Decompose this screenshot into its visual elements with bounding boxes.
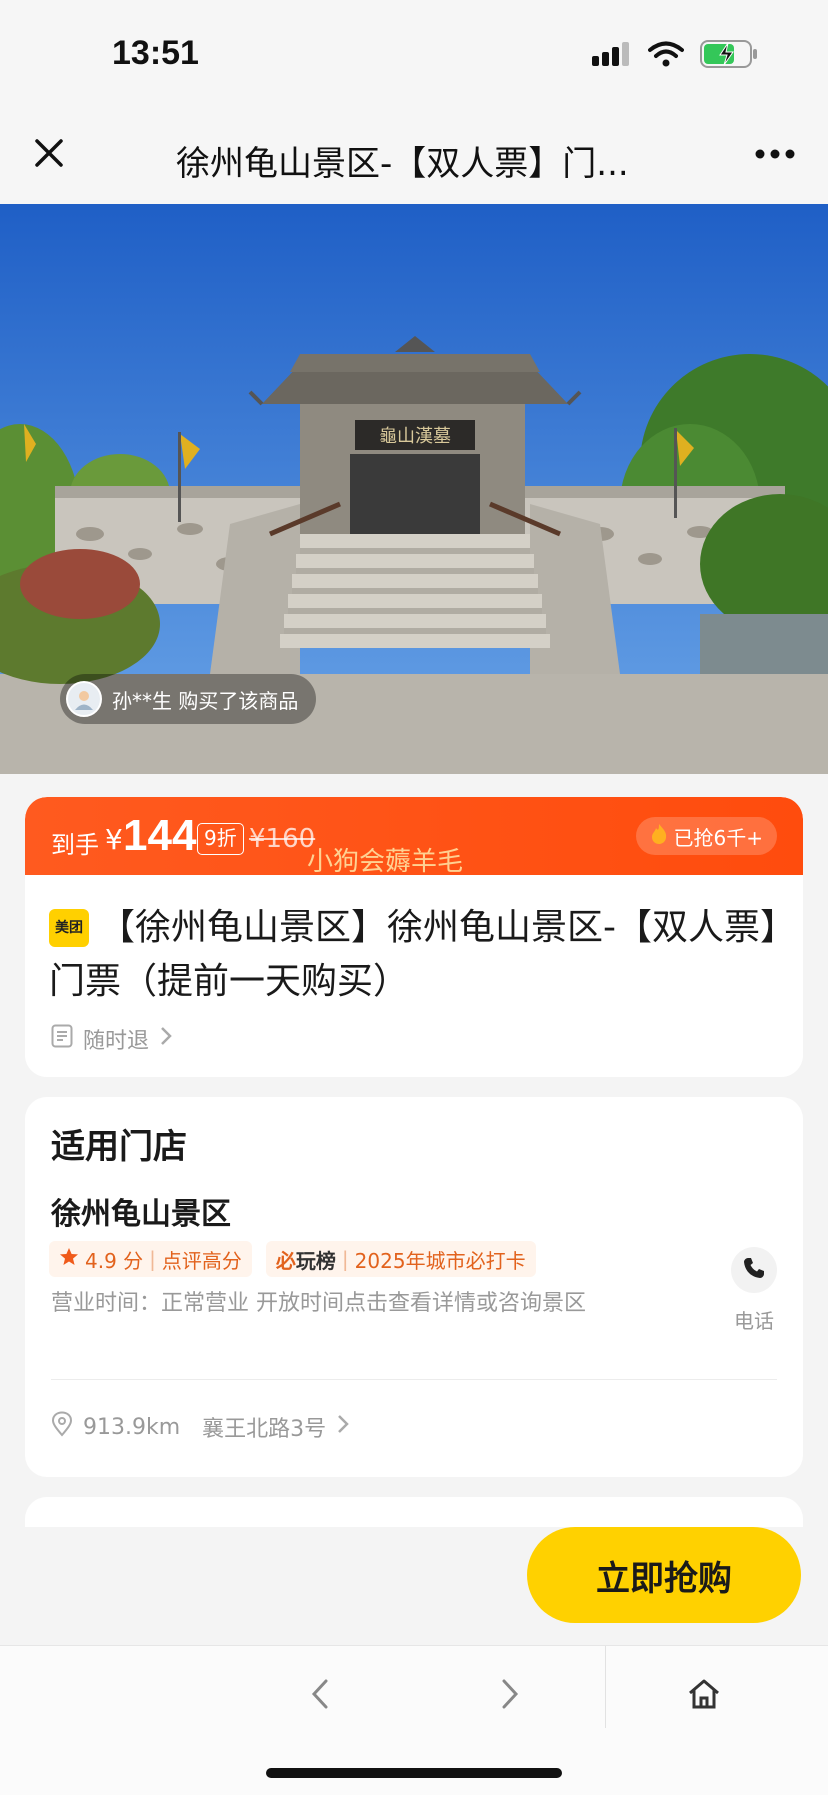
- store-section-heading: 适用门店: [51, 1127, 187, 1167]
- store-card: 适用门店 徐州龟山景区 4.9 分 | 点评高分 必玩榜 | 2025年城市必打…: [25, 1097, 803, 1477]
- title-area: 美团 【徐州龟山景区】徐州龟山景区-【双人票】门票（提前一天购买） 随时退: [25, 875, 803, 1077]
- document-icon: [51, 1024, 73, 1054]
- price-value: 144: [123, 811, 197, 860]
- price-prefix: 到手: [51, 831, 99, 859]
- divider: [51, 1379, 777, 1380]
- divider: [605, 1646, 606, 1728]
- address-text: 襄王北路3号: [202, 1417, 327, 1442]
- next-card: [25, 1497, 803, 1527]
- rank-logo-prefix: 必: [275, 1248, 296, 1273]
- status-time: 13:51: [112, 34, 199, 72]
- product-card: 到手 ¥ 144 9折 ¥160 小狗会薅羊毛 已抢6千+ 美团 【徐州龟山景区…: [25, 797, 803, 1077]
- product-title: 【徐州龟山景区】徐州龟山景区-【双人票】门票（提前一天购买）: [49, 907, 778, 1002]
- refund-policy-text: 随时退: [83, 1029, 150, 1054]
- rating-tag: 4.9 分 | 点评高分: [49, 1241, 252, 1277]
- star-icon: [59, 1247, 79, 1272]
- location-pin-icon: [51, 1411, 73, 1443]
- rank-logo: 必玩榜: [276, 1245, 336, 1274]
- price-currency: ¥: [105, 823, 123, 856]
- recent-buyer-pill: 孙**生 购买了该商品: [60, 674, 317, 724]
- tag-separator: |: [149, 1247, 156, 1271]
- back-icon[interactable]: [300, 1674, 340, 1714]
- home-indicator[interactable]: [266, 1768, 562, 1778]
- nav-bar: 徐州龟山景区-【双人票】门...: [0, 110, 828, 204]
- status-icons: [592, 40, 758, 72]
- store-tags: 4.9 分 | 点评高分 必玩榜 | 2025年城市必打卡: [49, 1241, 536, 1277]
- price-banner: 到手 ¥ 144 9折 ¥160 小狗会薅羊毛 已抢6千+: [25, 797, 803, 877]
- battery-charging-icon: [700, 40, 758, 72]
- forward-icon[interactable]: [490, 1674, 530, 1714]
- buy-now-button[interactable]: 立即抢购: [527, 1527, 801, 1623]
- rating-note: 点评高分: [161, 1248, 242, 1273]
- rank-tag[interactable]: 必玩榜 | 2025年城市必打卡: [265, 1241, 536, 1277]
- plaque-text: 龜山漢墓: [379, 426, 451, 447]
- business-hours[interactable]: 营业时间：正常营业 开放时间点击查看详情或咨询景区: [51, 1289, 641, 1319]
- page-title: 徐州龟山景区-【双人票】门...: [176, 144, 629, 184]
- browser-toolbar: [0, 1645, 828, 1795]
- recent-buyer-text: 孙**生 购买了该商品: [112, 688, 299, 713]
- more-icon[interactable]: [750, 134, 800, 174]
- discount-badge: 9折: [197, 823, 244, 855]
- phone-button[interactable]: [731, 1247, 777, 1293]
- status-bar: 13:51: [0, 0, 828, 110]
- chevron-right-icon: [336, 1413, 350, 1441]
- home-icon[interactable]: [682, 1672, 726, 1716]
- sold-count-badge: 已抢6千+: [635, 817, 777, 855]
- sold-count-text: 已抢6千+: [673, 825, 763, 850]
- rating-value: 4.9 分: [85, 1248, 144, 1273]
- phone-icon: [742, 1256, 766, 1284]
- fire-icon: [650, 823, 668, 850]
- rank-logo-suffix: 玩榜: [295, 1248, 336, 1273]
- store-name[interactable]: 徐州龟山景区: [51, 1189, 231, 1233]
- phone-label: 电话: [734, 1309, 774, 1333]
- chevron-right-icon: [159, 1025, 173, 1053]
- original-price: ¥160: [249, 824, 316, 854]
- hero-image[interactable]: 龜山漢墓 孙**生 购买了该商品: [0, 204, 828, 774]
- rank-note: 2025年城市必打卡: [354, 1248, 526, 1273]
- page: 13:51 徐州龟山景区-【双人票】门... 龜山漢墓 孙**生 购买了该商品 …: [0, 0, 828, 1795]
- distance-text: 913.9km: [83, 1414, 181, 1440]
- address-link[interactable]: 913.9km 襄王北路3号: [51, 1411, 350, 1443]
- signal-icon: [592, 42, 632, 70]
- avatar: [66, 681, 102, 717]
- tag-separator: |: [341, 1247, 349, 1271]
- wifi-icon: [648, 41, 684, 71]
- refund-policy-link[interactable]: 随时退: [51, 1023, 173, 1055]
- watermark-text: 小狗会薅羊毛: [307, 847, 464, 877]
- close-icon[interactable]: [26, 130, 72, 176]
